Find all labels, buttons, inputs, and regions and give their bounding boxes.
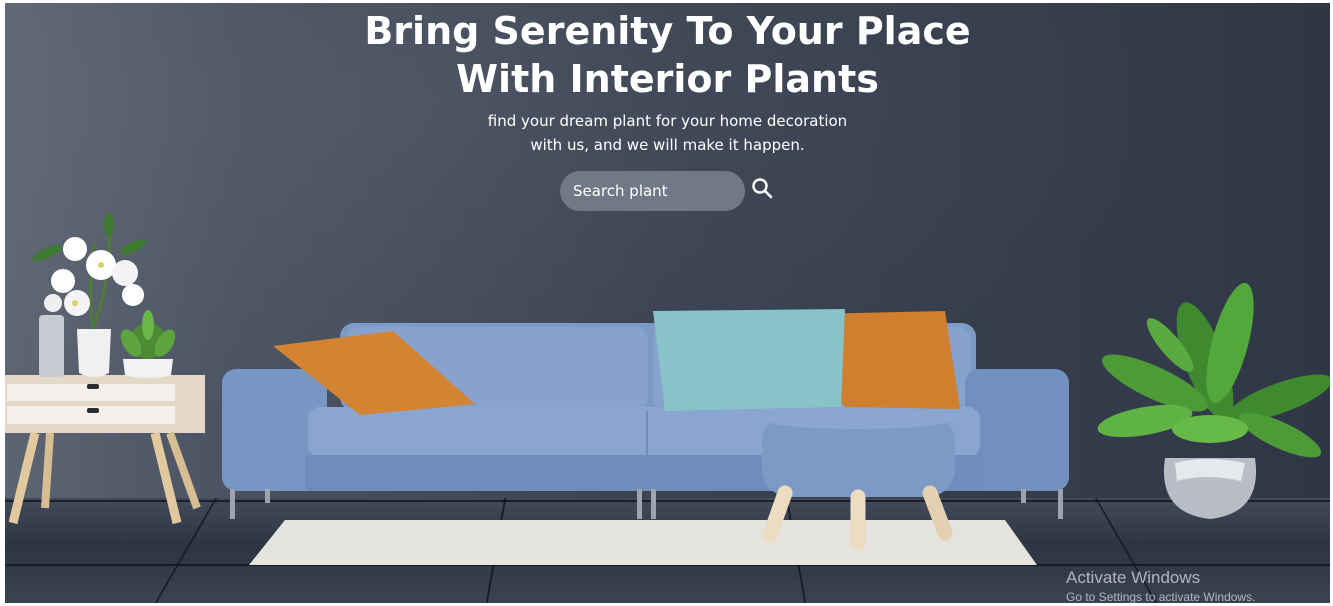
search-input[interactable] bbox=[560, 171, 745, 211]
search-icon bbox=[752, 177, 773, 198]
hero-title-line-2: With Interior Plants bbox=[456, 57, 879, 101]
rug bbox=[249, 520, 1037, 565]
hero-title: Bring Serenity To Your Place With Interi… bbox=[305, 7, 1030, 103]
hero-title-line-1: Bring Serenity To Your Place bbox=[364, 9, 971, 53]
succulent-plant bbox=[120, 310, 176, 378]
potted-plant-right bbox=[1097, 282, 1330, 519]
hero-subtitle-line-2: with us, and we will make it happen. bbox=[530, 136, 805, 154]
watermark-title: Activate Windows bbox=[1066, 568, 1201, 587]
search-button[interactable] bbox=[748, 175, 776, 203]
side-table bbox=[5, 375, 205, 525]
watermark-subtitle: Go to Settings to activate Windows. bbox=[1066, 590, 1256, 603]
pillow-teal bbox=[653, 309, 845, 411]
windows-activation-watermark: Activate Windows Go to Settings to activ… bbox=[1066, 569, 1255, 603]
hero-section: Bring Serenity To Your Place With Interi… bbox=[5, 3, 1330, 603]
hero-subtitle-line-1: find your dream plant for your home deco… bbox=[487, 112, 848, 130]
hero-subtitle: find your dream plant for your home deco… bbox=[405, 109, 930, 157]
